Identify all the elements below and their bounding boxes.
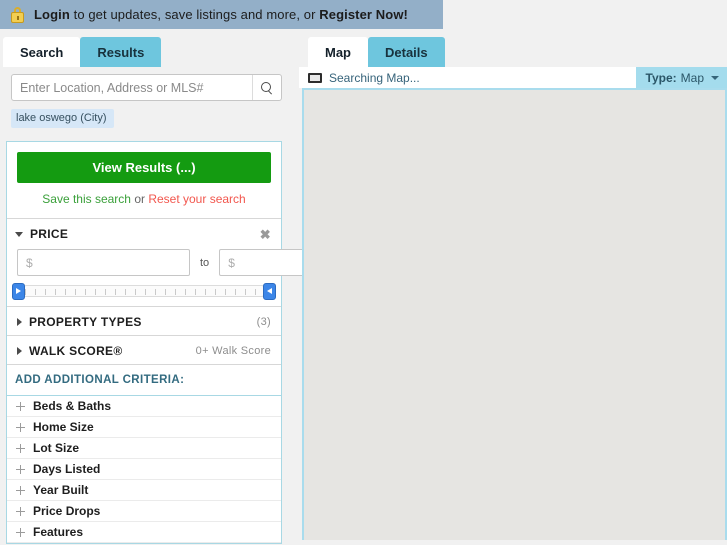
property-types-count: (3) [256,316,271,328]
sidebar-tabs: Search Results [0,37,290,67]
login-banner-text: Login to get updates, save listings and … [34,7,408,22]
lock-icon [10,6,25,23]
criteria-item-lot-size[interactable]: Lot Size [7,438,281,459]
criteria-label: Days Listed [33,462,101,476]
price-slider-ticks [25,289,263,295]
map-panel: Map Details Searching Map... Type: Map [299,37,727,540]
login-link[interactable]: Login [34,7,70,22]
criteria-label: Year Built [33,483,89,497]
price-slider[interactable] [7,276,281,306]
chevron-down-icon [15,231,23,237]
price-slider-handle-max[interactable] [263,282,276,300]
plus-icon [16,527,25,537]
login-banner[interactable]: Login to get updates, save listings and … [0,0,443,29]
map-canvas[interactable] [302,88,727,540]
chevron-right-icon [16,288,21,294]
tab-details[interactable]: Details [368,37,445,67]
property-types-header[interactable]: PROPERTY TYPES (3) [7,307,281,335]
property-types-title: PROPERTY TYPES [29,315,142,329]
map-tabs: Map Details [299,37,727,67]
chip-location[interactable]: lake oswego (City) [11,109,115,128]
loading-icon [308,72,322,83]
price-slider-handle-min[interactable] [12,282,25,300]
criteria-label: Lot Size [33,441,80,455]
criteria-label: Price Drops [33,504,101,518]
criteria-label: Beds & Baths [33,399,112,413]
register-link[interactable]: Register Now! [319,7,408,22]
login-banner-middle: to get updates, save listings and more, … [69,7,320,22]
reset-search-link[interactable]: Reset your search [148,192,245,206]
price-min-input[interactable] [17,249,190,276]
plus-icon [16,443,25,453]
walk-score-meta: 0+ Walk Score [195,345,271,357]
criteria-item-price-drops[interactable]: Price Drops [7,501,281,522]
close-icon[interactable]: ✖ [260,228,271,241]
add-criteria-label: ADD ADDITIONAL CRITERIA: [7,364,281,395]
save-search-link[interactable]: Save this search [42,192,131,206]
criteria-item-days-listed[interactable]: Days Listed [7,459,281,480]
walk-score-title: WALK SCORE® [29,344,123,358]
search-icon [261,81,273,94]
plus-icon [16,506,25,516]
search-box[interactable] [11,74,282,101]
criteria-item-home-size[interactable]: Home Size [7,417,281,438]
plus-icon [16,422,25,432]
chevron-down-icon [711,75,719,80]
search-button[interactable] [252,75,281,100]
search-chips: lake oswego (City) [0,101,290,128]
search-sidebar: Search Results lake oswego (City) View R… [0,37,393,544]
save-reset-separator: or [130,192,149,206]
walk-score-section: WALK SCORE® 0+ Walk Score [7,335,281,364]
plus-icon [16,485,25,495]
view-results-button[interactable]: View Results (...) [17,152,271,183]
criteria-item-beds-baths[interactable]: Beds & Baths [7,396,281,417]
map-type-value: Map [680,70,704,85]
chevron-right-icon [17,347,22,355]
map-type-prefix: Type: [645,70,677,85]
map-status-bar: Searching Map... Type: Map [299,67,727,88]
property-types-section: PROPERTY TYPES (3) [7,306,281,335]
tab-results[interactable]: Results [80,37,162,67]
price-to-label: to [200,256,210,269]
price-inputs: to [7,247,393,276]
app-root: Login to get updates, save listings and … [0,0,727,545]
chevron-right-icon [17,318,22,326]
price-section-header[interactable]: PRICE ✖ [7,219,281,247]
save-reset-row: Save this search or Reset your search [17,192,271,206]
criteria-label: Home Size [33,420,94,434]
criteria-item-year-built[interactable]: Year Built [7,480,281,501]
tab-map[interactable]: Map [308,37,368,67]
map-status-text: Searching Map... [329,70,420,85]
price-section: PRICE ✖ to [7,218,393,306]
search-area [0,67,290,101]
map-type-dropdown[interactable]: Type: Map [635,67,727,88]
filter-panel-actions: View Results (...) Save this search or R… [7,142,281,218]
chevron-left-icon [267,288,272,294]
plus-icon [16,401,25,411]
price-section-title: PRICE [30,227,69,241]
filter-panel: View Results (...) Save this search or R… [6,141,393,544]
walk-score-header[interactable]: WALK SCORE® 0+ Walk Score [7,336,281,364]
price-slider-track[interactable] [24,285,264,297]
tab-search[interactable]: Search [3,37,81,67]
plus-icon [16,464,25,474]
criteria-item-features[interactable]: Features [7,522,281,543]
criteria-label: Features [33,525,84,539]
search-input[interactable] [12,75,252,100]
criteria-list: Beds & Baths Home Size Lot Size Days Lis… [7,395,281,543]
